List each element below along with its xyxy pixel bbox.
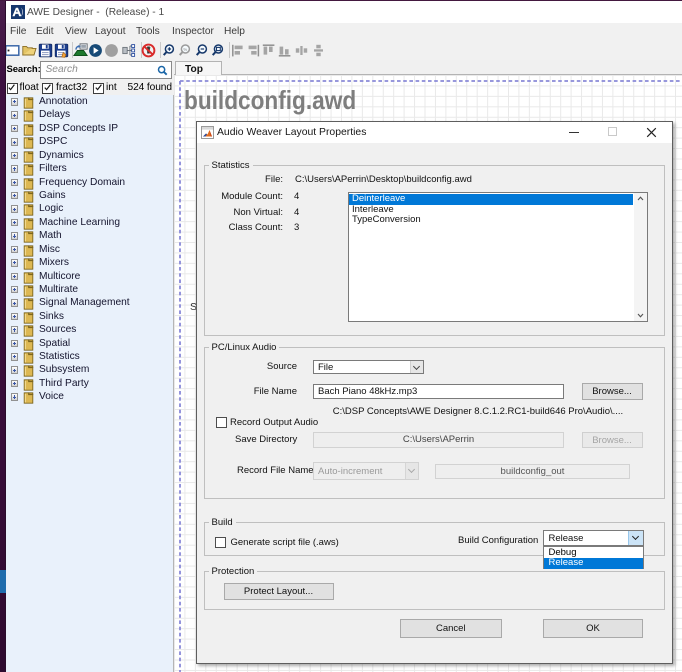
svg-text:%: % (183, 47, 187, 52)
